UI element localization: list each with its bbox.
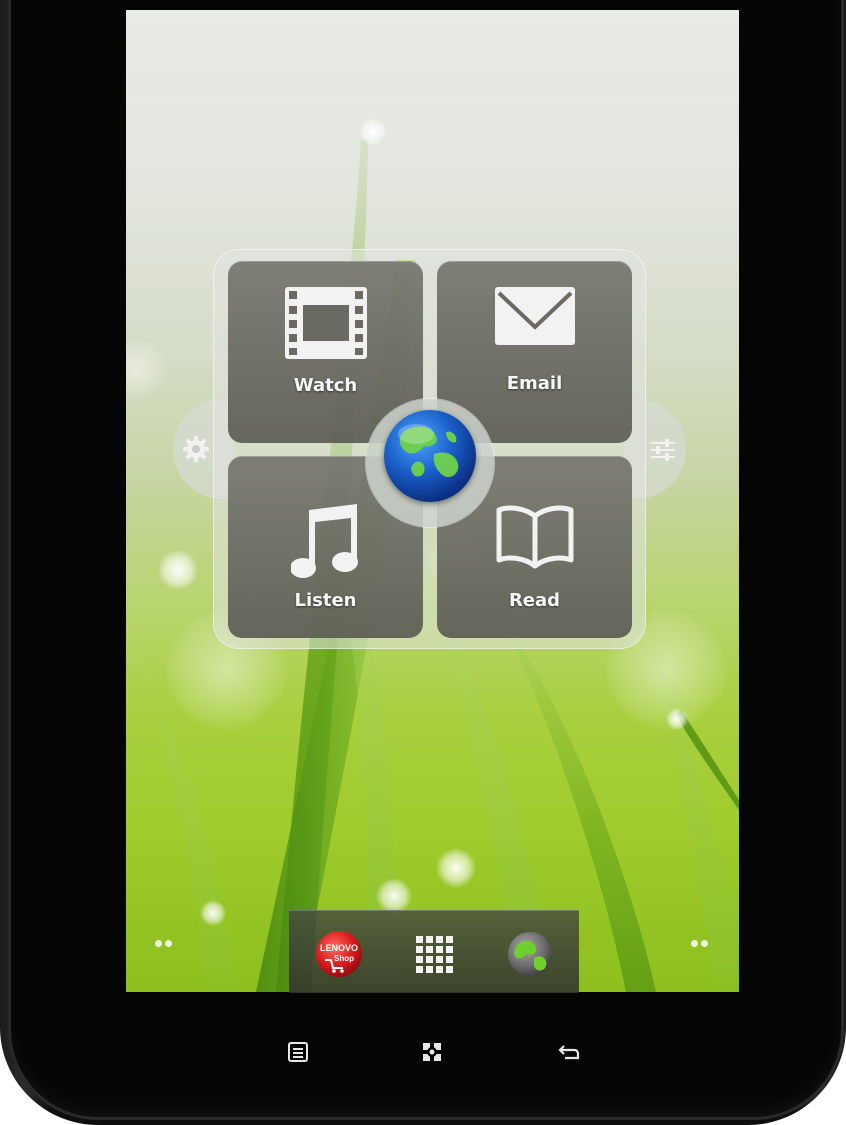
film-icon <box>228 287 423 359</box>
envelope-icon <box>437 287 632 345</box>
page-dot <box>691 940 698 947</box>
globe-icon[interactable] <box>384 410 476 502</box>
page-dot <box>701 940 708 947</box>
page-indicator-right[interactable] <box>691 940 708 947</box>
menu-icon[interactable] <box>286 1040 310 1064</box>
bokeh-light <box>436 848 476 888</box>
bokeh-light <box>666 708 688 730</box>
gear-icon[interactable] <box>181 434 211 464</box>
watch-label: Watch <box>293 375 358 396</box>
bokeh-light <box>376 878 412 914</box>
lenovo-shop-icon[interactable]: LENOVO Shop <box>315 930 363 978</box>
lenovo-shop-text-2: Shop <box>334 954 354 963</box>
bokeh-light <box>158 550 198 590</box>
page-dot <box>155 940 162 947</box>
browser-globe-icon[interactable] <box>506 930 554 978</box>
bokeh-light <box>359 118 387 146</box>
tablet-device: Watch Email Listen Read LENOVO Shop <box>0 0 846 1125</box>
lenovo-shop-text-1: LENOVO <box>320 943 358 953</box>
listen-label: Listen <box>294 590 357 611</box>
lenovo-launcher-widget: Watch Email Listen Read <box>173 249 686 649</box>
bokeh-light <box>200 900 226 926</box>
app-grid-icon[interactable] <box>410 930 458 978</box>
page-dot <box>165 940 172 947</box>
email-label: Email <box>506 373 563 394</box>
app-dock: LENOVO Shop <box>289 910 579 993</box>
sliders-icon[interactable] <box>648 434 678 464</box>
home-icon[interactable] <box>420 1040 444 1064</box>
page-indicator-left[interactable] <box>155 940 172 947</box>
read-label: Read <box>508 590 561 611</box>
back-icon[interactable] <box>557 1040 581 1064</box>
